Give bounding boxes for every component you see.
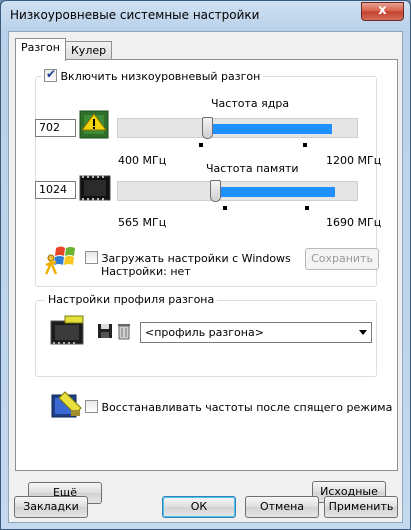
profile-card-icon [49,315,85,348]
core-clock-label: Частота ядра [211,97,290,110]
memory-clock-slider-thumb[interactable] [210,180,221,202]
memory-clock-label: Частота памяти [206,162,299,175]
trash-icon[interactable] [117,322,131,343]
save-profile-icon[interactable] [97,323,113,342]
load-windows-checkbox[interactable] [85,251,98,264]
restore-after-sleep-checkbox[interactable] [85,400,98,413]
memory-chip-icon [79,175,111,204]
enable-overclock-label: Включить низкоуровневый разгон [60,70,261,83]
sleep-restore-icon [51,390,83,421]
overclock-panel: Включить низкоуровневый разгон Частота я… [15,59,398,504]
core-clock-slider[interactable] [117,117,358,139]
memory-clock-value: 1024 [35,181,76,199]
load-windows-label: Загружать настройки с Windows [101,252,291,265]
core-tick-right [303,143,307,147]
memory-clock-slider[interactable] [117,180,358,202]
memory-clock-max-label: 1690 МГц [326,216,382,229]
gpu-chip-icon [79,108,109,143]
enable-overclock[interactable]: Включить низкоуровневый разгон [41,67,264,83]
memory-clock-range-fill [216,187,335,197]
tab-cooler[interactable]: Кулер [65,41,113,61]
cancel-button[interactable]: Отмена [245,496,319,518]
memory-tick-right [305,206,309,210]
bookmarks-button[interactable]: Закладки [14,496,88,518]
core-clock-slider-thumb[interactable] [202,117,213,139]
title-bar[interactable]: Низкоуровневые системные настройки x [1,1,410,31]
core-clock-range-fill [208,124,332,134]
profile-select-value: <профиль разгона> [145,326,264,339]
enable-overclock-checkbox[interactable] [44,67,57,82]
profile-select[interactable]: <профиль разгона> [140,322,372,343]
restore-after-sleep-label: Восстанавливать частоты после спящего ре… [101,401,393,414]
window-title: Низкоуровневые системные настройки [10,8,260,22]
chevron-down-icon [359,330,367,335]
memory-tick-left [223,206,227,210]
ok-button[interactable]: ОК [162,496,236,518]
apply-button[interactable]: Применить [324,496,398,518]
settings-status: Настройки: нет [101,265,191,278]
core-clock-value: 702 [35,119,76,137]
core-clock-max-label: 1200 МГц [326,154,382,167]
core-clock-min-label: 400 МГц [118,154,167,167]
dialog-window: Низкоуровневые системные настройки x Раз… [0,0,411,530]
windows-startup-icon [44,245,76,278]
restore-after-sleep[interactable]: Восстанавливать частоты после спящего ре… [85,400,392,414]
memory-clock-min-label: 565 МГц [118,216,167,229]
close-button[interactable]: x [361,2,404,21]
tab-overclock[interactable]: Разгон [15,38,66,61]
save-button[interactable]: Сохранить [305,248,379,270]
load-windows[interactable]: Загружать настройки с Windows [85,251,291,265]
client-area: Разгон Кулер Включить низкоуровневый раз… [8,31,403,523]
profile-group-label: Настройки профиля разгона [45,293,218,306]
core-tick-left [199,143,203,147]
